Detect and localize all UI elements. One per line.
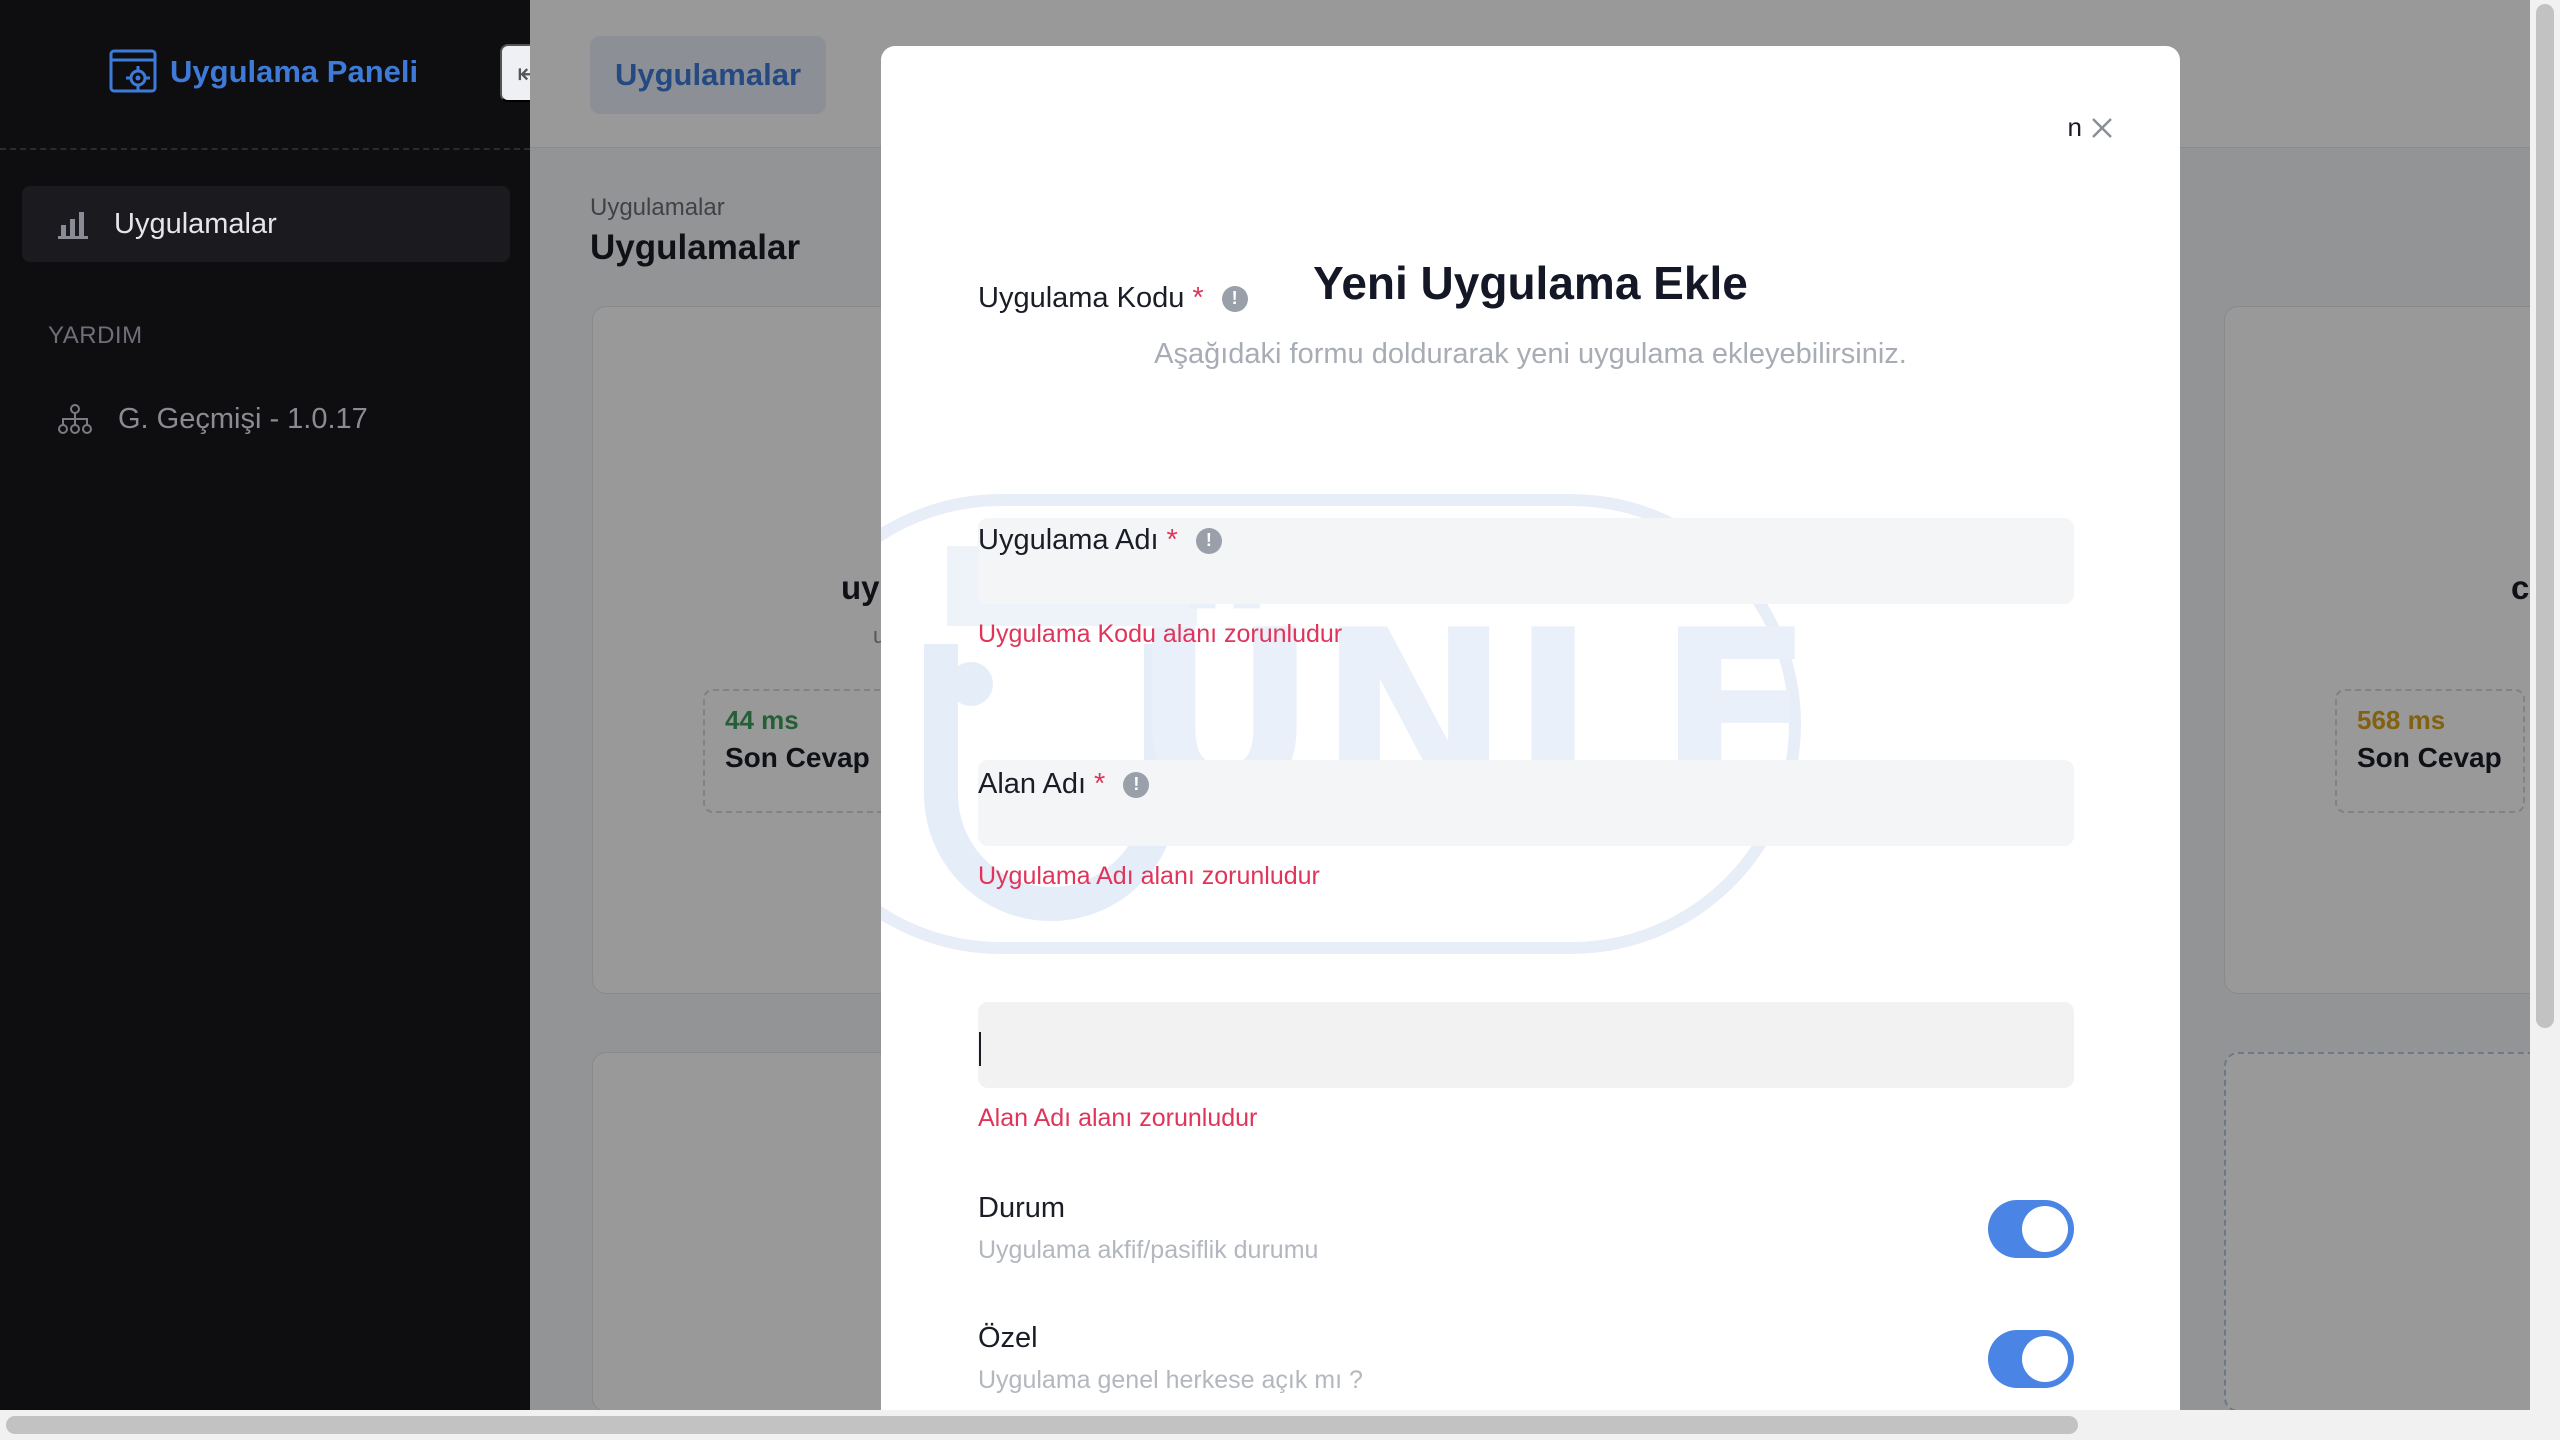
sidebar-item-version-history[interactable]: G. Geçmişi - 1.0.17 — [22, 384, 510, 454]
domain-error: Alan Adı alanı zorunludur — [978, 1104, 1258, 1132]
toggle-knob — [2022, 1206, 2068, 1252]
field-label-app-name: Uygulama Adı * ! — [978, 524, 1222, 557]
horizontal-scrollbar-thumb[interactable] — [6, 1416, 2078, 1434]
field-label-text: Uygulama Adı — [978, 524, 1159, 556]
sidebar-item-label: Uygulamalar — [114, 207, 277, 240]
field-label-text: Uygulama Kodu — [978, 282, 1185, 314]
close-button[interactable]: n — [2068, 112, 2114, 143]
domain-input[interactable] — [978, 1002, 2074, 1088]
status-toggle-title: Durum — [978, 1192, 1066, 1224]
text-caret — [979, 1032, 981, 1066]
private-toggle[interactable] — [1988, 1330, 2074, 1388]
field-label-domain: Alan Adı * ! — [978, 768, 1150, 801]
app-settings-logo-icon — [109, 49, 157, 93]
sitemap-icon — [58, 404, 92, 434]
sidebar-item-label: G. Geçmişi - 1.0.17 — [118, 402, 368, 435]
sidebar-divider — [0, 148, 530, 150]
vertical-scrollbar-thumb[interactable] — [2536, 4, 2554, 1028]
sidebar-item-uygulamalar[interactable]: Uygulamalar — [22, 186, 510, 262]
required-asterisk: * — [1094, 768, 1106, 800]
private-toggle-title: Özel — [978, 1322, 1038, 1354]
close-label: n — [2067, 112, 2082, 142]
sidebar-section-label: YARDIM — [48, 322, 143, 349]
required-asterisk: * — [1166, 524, 1178, 556]
field-label-app-code: Uygulama Kodu * ! — [978, 282, 1248, 315]
add-app-modal: n Yeni Uygulama Ekle Aşağıdaki formu dol… — [881, 46, 2180, 1410]
info-icon[interactable]: ! — [1195, 527, 1222, 554]
info-icon[interactable]: ! — [1123, 771, 1150, 798]
sidebar: Uygulama Paneli Uygulamalar YARDIM G. Ge… — [0, 0, 530, 1410]
required-asterisk: * — [1192, 282, 1204, 314]
toggle-knob — [2022, 1336, 2068, 1382]
close-icon — [2092, 117, 2112, 138]
info-icon[interactable]: ! — [1221, 285, 1248, 312]
field-label-text: Alan Adı — [978, 768, 1087, 800]
app-name-error: Uygulama Adı alanı zorunludur — [978, 862, 1320, 890]
modal-subtitle: Aşağıdaki formu doldurarak yeni uygulama… — [1154, 338, 1907, 370]
private-toggle-description: Uygulama genel herkese açık mı ? — [978, 1366, 1363, 1394]
bar-chart-icon — [58, 212, 88, 239]
status-toggle[interactable] — [1988, 1200, 2074, 1258]
brand[interactable]: Uygulama Paneli — [108, 46, 418, 98]
brand-title: Uygulama Paneli — [170, 54, 419, 89]
app-code-error: Uygulama Kodu alanı zorunludur — [978, 620, 1343, 648]
status-toggle-description: Uygulama akfif/pasiflik durumu — [978, 1236, 1319, 1264]
